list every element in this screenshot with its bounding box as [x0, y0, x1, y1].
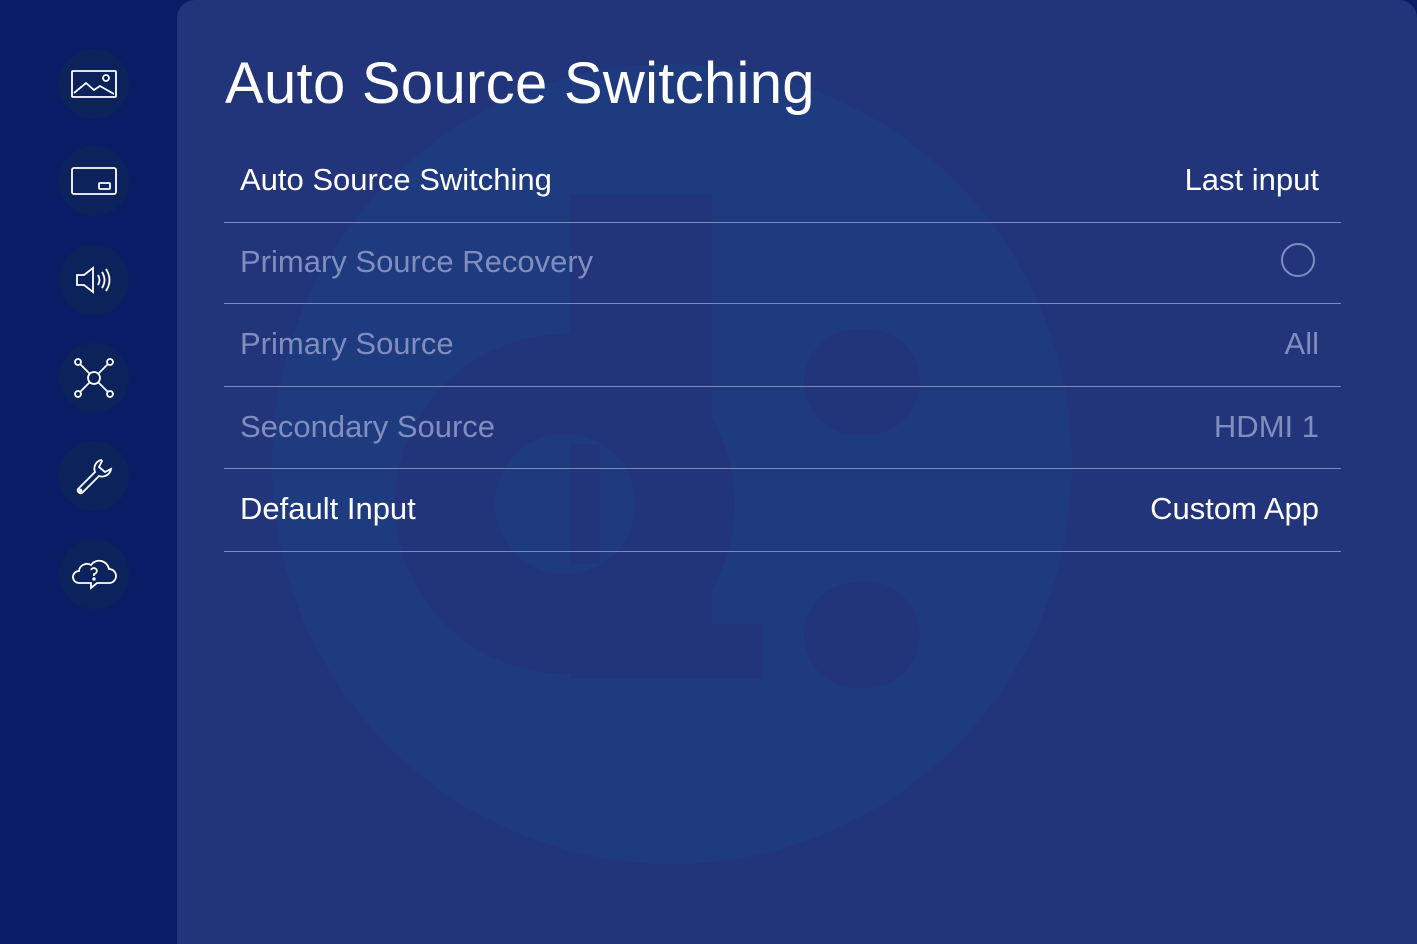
setting-value: Last input: [1184, 162, 1319, 197]
setting-row-secondary-source: Secondary Source HDMI 1: [224, 387, 1341, 469]
setting-label: Auto Source Switching: [240, 162, 552, 197]
picture-icon: [71, 70, 117, 98]
speaker-icon: [76, 266, 111, 294]
setting-value: Custom App: [1150, 491, 1319, 526]
setting-value: HDMI 1: [1213, 409, 1319, 444]
sidebar: [0, 0, 177, 944]
settings-panel: Auto Source Switching Auto Source Switch…: [177, 0, 1417, 944]
settings-list: Auto Source Switching Last input Primary…: [224, 140, 1341, 552]
wrench-icon: [76, 458, 113, 495]
cloud-help-icon: [72, 559, 117, 590]
setting-row-primary-source-recovery: Primary Source Recovery: [224, 223, 1341, 304]
setting-label: Primary Source Recovery: [240, 244, 594, 279]
settings-screen: Auto Source Switching Auto Source Switch…: [0, 0, 1417, 944]
sidebar-item-audio[interactable]: [59, 245, 129, 315]
sidebar-item-network[interactable]: [59, 343, 129, 413]
setting-row-primary-source: Primary Source All: [224, 304, 1341, 387]
screen-icon: [71, 167, 117, 195]
network-icon: [74, 358, 114, 398]
sidebar-item-picture[interactable]: [59, 49, 129, 119]
sidebar-item-tools[interactable]: [59, 441, 129, 511]
setting-label: Secondary Source: [240, 409, 496, 444]
setting-row-default-input[interactable]: Default Input Custom App: [224, 469, 1341, 552]
recovery-toggle-circle: [1281, 243, 1315, 277]
sidebar-item-support[interactable]: [59, 539, 129, 609]
setting-value: All: [1284, 326, 1319, 361]
setting-row-auto-source-switching[interactable]: Auto Source Switching Last input: [224, 140, 1341, 223]
sidebar-item-screen[interactable]: [59, 146, 129, 216]
page-title: Auto Source Switching: [225, 51, 815, 116]
setting-label: Default Input: [240, 491, 416, 526]
setting-label: Primary Source: [240, 326, 454, 361]
